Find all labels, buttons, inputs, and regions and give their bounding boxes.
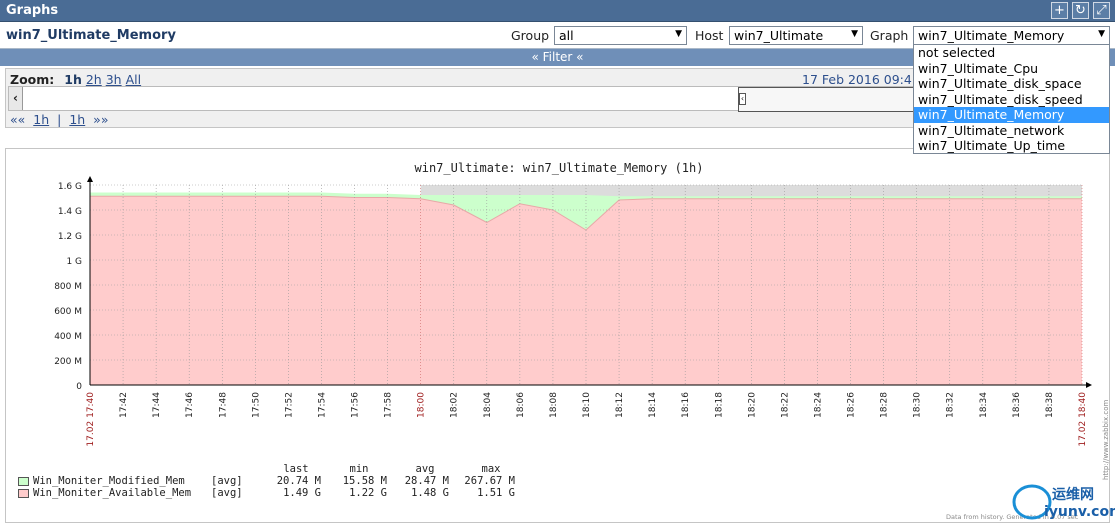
y-tick-label: 200 M [54, 357, 82, 367]
dropdown-option[interactable]: win7_Ultimate_Up_time [914, 138, 1109, 154]
x-tick-label: 18:36 [1012, 392, 1022, 418]
x-tick-label: 18:38 [1045, 392, 1055, 418]
x-tick-label: 17.02 17:40 [86, 392, 96, 447]
legend-max: 1.51 G [477, 487, 515, 499]
legend-header-max: max [481, 463, 501, 475]
x-tick-label: 18:16 [681, 392, 691, 418]
x-tick-label: 18:20 [747, 392, 757, 418]
legend-rows: Win_Moniter_Modified_Mem [avg] 20.74 M 15.5… [18, 475, 526, 499]
watermark-logo: 运维网 iyunv.com [1010, 478, 1115, 523]
legend-header-row: last min avg max [18, 463, 526, 475]
legend-header-avg: avg [415, 463, 435, 475]
y-tick-label: 1 G [66, 257, 82, 267]
x-tick-label: 18:08 [549, 392, 559, 418]
x-tick-label: 18:06 [516, 392, 526, 418]
x-tick-label: 17.02 18:40 [1078, 392, 1088, 447]
x-tick-label: 17:42 [119, 392, 129, 418]
legend-series-name: Win_Moniter_Modified_Mem [33, 475, 185, 487]
x-tick-label: 17:56 [351, 392, 361, 418]
x-axis-arrow [1086, 382, 1092, 388]
y-tick-label: 400 M [54, 332, 82, 342]
legend-last: 20.74 M [276, 475, 321, 487]
x-tick-label: 18:00 [417, 392, 427, 418]
y-tick-label: 1.2 G [58, 232, 82, 242]
x-tick-label: 17:50 [251, 392, 261, 418]
watermark-brand: 运维网 [1052, 487, 1094, 503]
y-tick-label: 1.4 G [58, 207, 82, 217]
x-tick-label: 18:18 [714, 392, 724, 418]
y-tick-label: 0 [76, 382, 82, 392]
legend-last: 1.49 G [283, 487, 321, 499]
x-tick-label: 18:10 [582, 392, 592, 418]
x-tick-label: 18:30 [913, 392, 923, 418]
y-axis-arrow [87, 176, 93, 182]
x-tick-label: 17:44 [152, 392, 162, 418]
x-tick-label: 18:12 [615, 392, 625, 418]
x-tick-label: 18:22 [780, 392, 790, 418]
x-tick-label: 17:48 [218, 392, 228, 418]
watermark-url: iyunv.com [1044, 504, 1115, 520]
legend-agg: [avg] [211, 487, 243, 499]
legend-swatch [18, 476, 29, 486]
legend-row: Win_Moniter_Modified_Mem [avg] 20.74 M 15.5… [18, 475, 526, 487]
x-tick-label: 18:28 [880, 392, 890, 418]
x-tick-label: 18:34 [979, 392, 989, 418]
legend-header-last: last [283, 463, 309, 475]
x-tick-label: 18:02 [450, 392, 460, 418]
dropdown-option[interactable]: win7_Ultimate_disk_space [914, 76, 1109, 92]
x-tick-label: 18:24 [813, 392, 823, 418]
x-tick-label: 17:58 [384, 392, 394, 418]
x-tick-label: 17:52 [284, 392, 294, 418]
legend-min: 15.58 M [342, 475, 387, 487]
dropdown-option[interactable]: win7_Ultimate_disk_speed [914, 92, 1109, 108]
graph-dropdown-list[interactable]: not selected win7_Ultimate_Cpu win7_Ultima… [913, 44, 1110, 154]
x-tick-label: 17:46 [185, 392, 195, 418]
y-tick-label: 800 M [54, 282, 82, 292]
x-tick-label: 18:04 [483, 392, 493, 418]
dropdown-option[interactable]: win7_Ultimate_Memory [914, 107, 1109, 123]
dropdown-option[interactable]: win7_Ultimate_Cpu [914, 61, 1109, 77]
y-tick-label: 600 M [54, 307, 82, 317]
legend-agg: [avg] [211, 475, 243, 487]
legend-max: 267.67 M [464, 475, 515, 487]
x-tick-label: 18:32 [946, 392, 956, 418]
legend-swatch [18, 488, 29, 498]
y-tick-label: 1.6 G [58, 182, 82, 192]
x-tick-label: 18:14 [648, 392, 658, 418]
dropdown-option[interactable]: win7_Ultimate_network [914, 123, 1109, 139]
chart-legend: last min avg max Win_Moniter_Modified_Mem [a… [18, 463, 526, 499]
legend-series-name: Win_Moniter_Available_Mem [33, 487, 192, 499]
legend-avg: 1.48 G [411, 487, 449, 499]
dropdown-option[interactable]: not selected [914, 45, 1109, 61]
legend-avg: 28.47 M [404, 475, 449, 487]
x-tick-label: 17:54 [317, 392, 327, 418]
legend-row: Win_Moniter_Available_Mem [avg] 1.49 G 1.22… [18, 487, 526, 499]
legend-min: 1.22 G [349, 487, 387, 499]
chart-title: win7_Ultimate: win7_Ultimate_Memory (1h) [415, 161, 704, 175]
x-tick-label: 18:26 [847, 392, 857, 418]
legend-header-min: min [349, 463, 369, 475]
side-url-text: http://www.zabbix.com [1102, 400, 1110, 480]
